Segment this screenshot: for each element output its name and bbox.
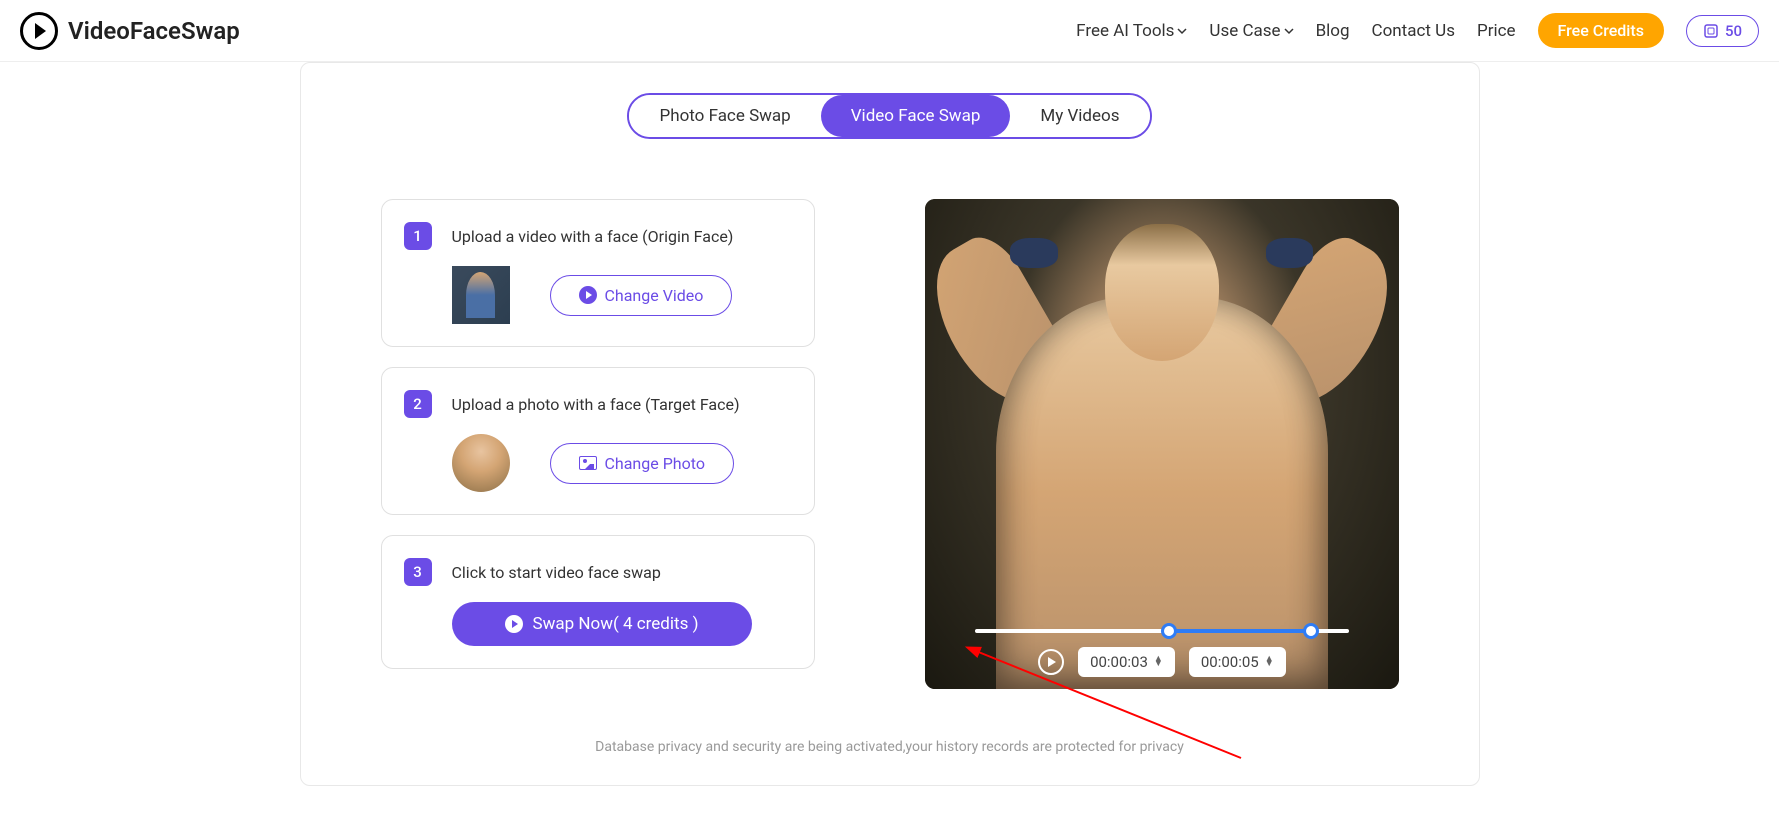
free-credits-button[interactable]: Free Credits [1538, 13, 1664, 48]
button-label: Swap Now( 4 credits ) [533, 614, 699, 634]
video-range-slider[interactable] [975, 629, 1348, 633]
play-button[interactable] [1038, 649, 1064, 675]
step-title: Upload a photo with a face (Target Face) [452, 395, 740, 414]
workspace: 1 Upload a video with a face (Origin Fac… [361, 199, 1419, 689]
mode-tabs: Photo Face Swap Video Face Swap My Video… [627, 93, 1151, 139]
time-value: 00:00:03 [1090, 653, 1148, 671]
chevron-down-icon [1177, 26, 1187, 36]
brand-name: VideoFaceSwap [68, 17, 240, 45]
step-body: Change Photo [404, 434, 793, 492]
main-content: Photo Face Swap Video Face Swap My Video… [300, 62, 1480, 786]
nav-price[interactable]: Price [1477, 21, 1516, 41]
nav-free-ai-tools[interactable]: Free AI Tools [1076, 21, 1187, 41]
nav-label: Use Case [1209, 21, 1280, 41]
nav-label: Blog [1316, 21, 1350, 41]
origin-video-thumbnail[interactable] [452, 266, 510, 324]
step-header: 1 Upload a video with a face (Origin Fac… [404, 222, 793, 250]
nav-label: Contact Us [1372, 21, 1455, 41]
button-label: Change Video [605, 286, 704, 305]
step-number-badge: 1 [404, 222, 432, 250]
change-photo-button[interactable]: Change Photo [550, 443, 734, 484]
time-controls: 00:00:03 ▲▼ 00:00:05 ▲▼ [1038, 647, 1286, 677]
nav-label: Price [1477, 21, 1516, 41]
nav-blog[interactable]: Blog [1316, 21, 1350, 41]
tab-photo-face-swap[interactable]: Photo Face Swap [629, 95, 820, 137]
video-controls: 00:00:03 ▲▼ 00:00:05 ▲▼ [925, 629, 1398, 677]
play-icon [579, 286, 597, 304]
slider-handle-end[interactable] [1303, 623, 1319, 639]
target-photo-thumbnail[interactable] [452, 434, 510, 492]
step-header: 2 Upload a photo with a face (Target Fac… [404, 390, 793, 418]
end-time-input[interactable]: 00:00:05 ▲▼ [1189, 647, 1286, 677]
tab-my-videos[interactable]: My Videos [1010, 95, 1149, 137]
video-preview-panel: 00:00:03 ▲▼ 00:00:05 ▲▼ [925, 199, 1398, 689]
play-icon [505, 615, 523, 633]
privacy-notice: Database privacy and security are being … [361, 739, 1419, 755]
coin-icon [1703, 23, 1719, 39]
tab-video-face-swap[interactable]: Video Face Swap [821, 95, 1011, 137]
step-number-badge: 3 [404, 558, 432, 586]
step-3-card: 3 Click to start video face swap Swap No… [381, 535, 816, 669]
step-1-card: 1 Upload a video with a face (Origin Fac… [381, 199, 816, 347]
steps-panel: 1 Upload a video with a face (Origin Fac… [381, 199, 816, 689]
swap-now-button[interactable]: Swap Now( 4 credits ) [452, 602, 752, 646]
time-value: 00:00:05 [1201, 653, 1259, 671]
start-time-input[interactable]: 00:00:03 ▲▼ [1078, 647, 1175, 677]
step-header: 3 Click to start video face swap [404, 558, 793, 586]
credits-badge[interactable]: 50 [1686, 15, 1759, 47]
slider-handle-start[interactable] [1161, 623, 1177, 639]
change-video-button[interactable]: Change Video [550, 275, 733, 316]
tabs-container: Photo Face Swap Video Face Swap My Video… [361, 93, 1419, 139]
nav-label: Free AI Tools [1076, 21, 1174, 41]
step-2-card: 2 Upload a photo with a face (Target Fac… [381, 367, 816, 515]
app-header: VideoFaceSwap Free AI Tools Use Case Blo… [0, 0, 1779, 62]
button-label: Change Photo [605, 454, 705, 473]
step-title: Click to start video face swap [452, 563, 661, 582]
step-number-badge: 2 [404, 390, 432, 418]
logo-icon [20, 12, 58, 50]
credits-count: 50 [1725, 22, 1742, 40]
image-icon [579, 456, 597, 470]
stepper-icon: ▲▼ [1154, 657, 1163, 667]
chevron-down-icon [1284, 26, 1294, 36]
stepper-icon: ▲▼ [1265, 657, 1274, 667]
logo-section[interactable]: VideoFaceSwap [20, 12, 240, 50]
slider-selected-range [1169, 629, 1311, 633]
video-frame[interactable] [925, 199, 1398, 689]
nav-use-case[interactable]: Use Case [1209, 21, 1293, 41]
step-body: Change Video [404, 266, 793, 324]
main-nav: Free AI Tools Use Case Blog Contact Us P… [1076, 13, 1759, 48]
step-title: Upload a video with a face (Origin Face) [452, 227, 734, 246]
nav-contact-us[interactable]: Contact Us [1372, 21, 1455, 41]
